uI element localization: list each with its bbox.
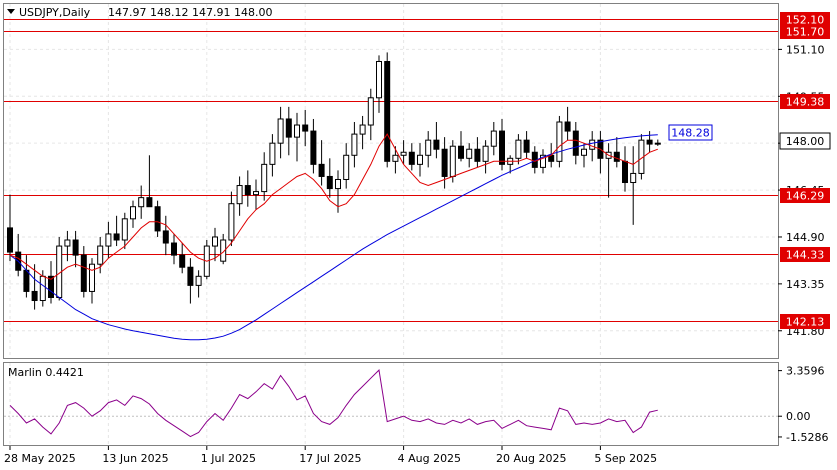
price-tick-label: 143.35 [786, 278, 825, 291]
level-label: 149.38 [786, 96, 825, 109]
level-label: 142.13 [786, 316, 825, 329]
ma-value-label: 148.28 [671, 127, 710, 140]
symbol-title: USDJPY,Daily [19, 6, 91, 19]
indicator-frame [3, 362, 779, 446]
candle [203, 240, 210, 280]
marlin-tick-label: 0.00 [786, 410, 811, 423]
time-tick-label: 1 Jul 2025 [201, 452, 256, 465]
price-tick-label: 151.10 [786, 43, 825, 56]
candle [384, 52, 391, 168]
current-price-label: 148.00 [786, 135, 825, 148]
level-label: 146.29 [786, 190, 825, 203]
price-chart-frame [3, 3, 779, 359]
candle [556, 115, 563, 168]
marlin-tick-label: -1.5286 [786, 431, 828, 444]
level-label: 144.33 [786, 249, 825, 262]
price-tick-label: 144.90 [786, 231, 825, 244]
ohlc-readout: 147.97 148.12 147.91 148.00 [108, 6, 272, 19]
time-tick-label: 17 Jul 2025 [299, 452, 361, 465]
time-tick-label: 20 Aug 2025 [496, 452, 566, 465]
candle [56, 236, 63, 301]
chart-window: 151.10149.55148.00146.45144.90143.35141.… [3, 3, 831, 465]
time-tick-label: 4 Aug 2025 [398, 452, 461, 465]
indicator-title: Marlin 0.4421 [8, 366, 84, 379]
marlin-axis: 3.3596 0.00 -1.5286 [778, 365, 828, 444]
level-label: 151.70 [786, 26, 825, 39]
time-tick-label: 28 May 2025 [4, 452, 76, 465]
time-tick-label: 5 Sep 2025 [594, 452, 657, 465]
time-tick-label: 13 Jun 2025 [102, 452, 168, 465]
time-axis: 28 May 2025 13 Jun 2025 1 Jul 2025 17 Jul 2… [4, 446, 657, 465]
marlin-tick-label: 3.3596 [786, 365, 825, 378]
